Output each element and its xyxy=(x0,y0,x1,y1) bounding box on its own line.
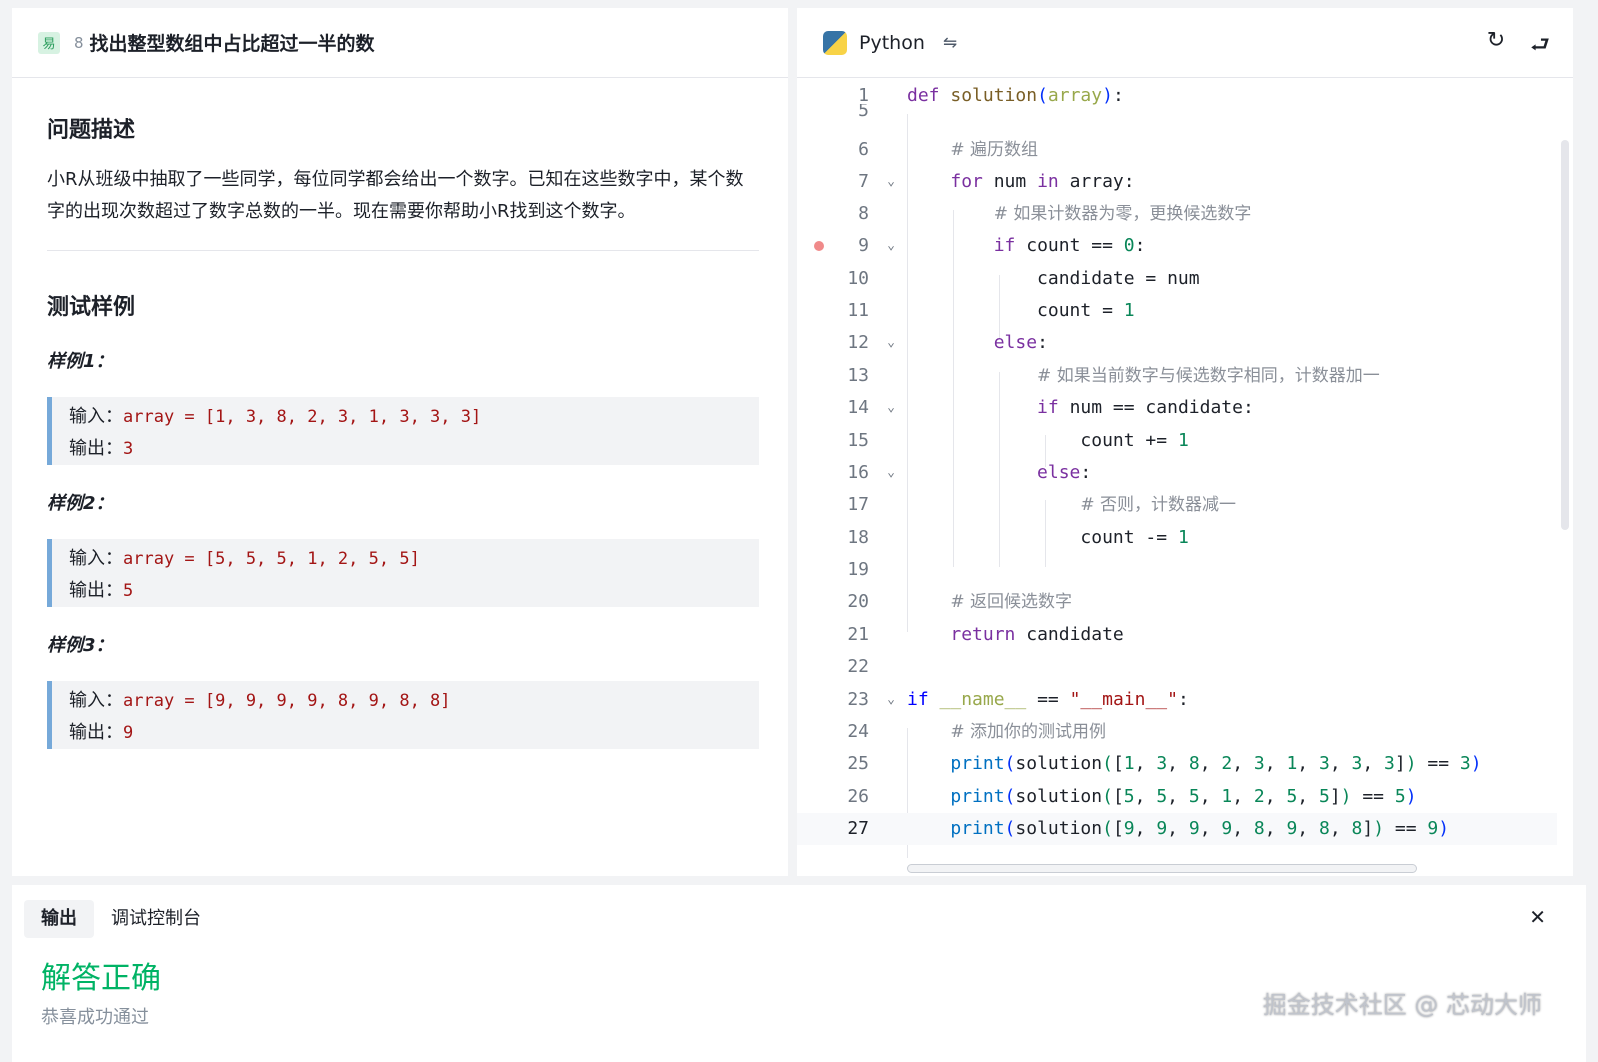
code-line: 8 # 如果计数器为零，更换候选数字 xyxy=(858,203,1252,224)
tab-output[interactable]: 输出 xyxy=(24,900,94,938)
swap-icon[interactable]: ⇋ xyxy=(943,33,957,53)
example-input: array = [5, 5, 5, 1, 2, 5, 5] xyxy=(123,549,420,569)
watermark: 掘金技术社区 @ 芯动大师 xyxy=(1262,991,1542,1019)
result-status: 解答正确 xyxy=(41,961,161,996)
code-line: 9 ⌄ if count == 0: xyxy=(797,230,1557,262)
horizontal-scrollbar[interactable] xyxy=(907,864,1417,873)
wrap-icon[interactable]: ⮐ xyxy=(1527,28,1553,66)
code-line: 17 # 否则，计数器减一 xyxy=(847,494,1237,515)
tests-heading: 测试样例 xyxy=(47,295,136,320)
example-input: array = [9, 9, 9, 9, 8, 9, 8, 8] xyxy=(123,691,451,711)
output-label: 输出： xyxy=(69,438,123,459)
problem-panel: 易 8 找出整型数组中占比超过一半的数 问题描述 小R从班级中抽取了一些同学，每… xyxy=(12,8,788,876)
result-subtitle: 恭喜成功通过 xyxy=(41,1007,149,1028)
description-heading: 问题描述 xyxy=(47,118,136,143)
code-line: 16 ⌄ else: xyxy=(797,457,1557,489)
code-editor[interactable]: 1 def solution(array): 5 6 # 遍历数组 7 ⌄ for … xyxy=(797,78,1557,868)
refresh-icon[interactable]: ↻ xyxy=(1483,28,1509,66)
problem-description: 小R从班级中抽取了一些同学，每位同学都会给出一个数字。已知在这些数字中，某个数字… xyxy=(47,169,744,222)
code-line: 20 # 返回候选数字 xyxy=(847,591,1073,612)
question-number: 8 xyxy=(74,33,84,52)
problem-header: 易 8 找出整型数组中占比超过一半的数 xyxy=(12,8,788,78)
code-line: 25 print(solution([1, 3, 8, 2, 3, 1, 3, … xyxy=(847,753,1482,774)
fold-icon: ⌄ xyxy=(887,692,895,707)
input-label: 输入： xyxy=(69,406,123,427)
example-output: 3 xyxy=(123,439,134,459)
fold-icon: ⌄ xyxy=(887,174,895,189)
code-line: 12 ⌄ else: xyxy=(797,327,1557,359)
code-line: 5 xyxy=(858,104,869,118)
output-label: 输出： xyxy=(69,722,123,743)
fold-icon: ⌄ xyxy=(887,335,895,350)
code-line: 7 ⌄ for num in array: xyxy=(797,166,1557,198)
example-title: 样例3： xyxy=(47,635,114,656)
example-title: 样例1： xyxy=(47,351,114,372)
example-title: 样例2： xyxy=(47,493,114,514)
editor-header: Python ⇋ ↻ ⮐ xyxy=(797,8,1573,78)
input-label: 输入： xyxy=(69,548,123,569)
output-panel: 输出 调试控制台 ✕ 解答正确 恭喜成功通过 掘金技术社区 @ 芯动大师 xyxy=(12,885,1586,1062)
code-line: 15 count += 1 xyxy=(847,430,1189,451)
difficulty-badge: 易 xyxy=(38,31,60,54)
code-line: 13 # 如果当前数字与候选数字相同，计数器加一 xyxy=(847,365,1380,386)
code-line: 26 print(solution([5, 5, 5, 1, 2, 5, 5])… xyxy=(847,786,1417,807)
vertical-scrollbar[interactable] xyxy=(1561,140,1569,530)
close-icon[interactable]: ✕ xyxy=(1529,905,1546,929)
example-box: 输入：array = [5, 5, 5, 1, 2, 5, 5] 输出：5 xyxy=(47,539,759,607)
code-line: 6 # 遍历数组 xyxy=(858,139,1039,160)
code-line: 19 xyxy=(847,559,869,580)
code-line: 21 return candidate xyxy=(847,624,1124,645)
fold-icon: ⌄ xyxy=(887,465,895,480)
code-line: 10 candidate = num xyxy=(847,268,1200,289)
fold-icon: ⌄ xyxy=(887,238,895,253)
code-line-active: 27 print(solution([9, 9, 9, 9, 8, 9, 8, … xyxy=(797,813,1557,845)
output-tabs: 输出 调试控制台 xyxy=(24,900,218,938)
example-input: array = [1, 3, 8, 2, 3, 1, 3, 3, 3] xyxy=(123,407,482,427)
tab-debug-console[interactable]: 调试控制台 xyxy=(94,900,218,938)
divider xyxy=(47,250,759,251)
fold-icon: ⌄ xyxy=(887,400,895,415)
output-label: 输出： xyxy=(69,580,123,601)
example-box: 输入：array = [1, 3, 8, 2, 3, 1, 3, 3, 3] 输… xyxy=(47,397,759,465)
editor-panel: Python ⇋ ↻ ⮐ 1 def solution(array): 5 6 #… xyxy=(797,8,1573,876)
question-title: 找出整型数组中占比超过一半的数 xyxy=(89,33,375,55)
example-box: 输入：array = [9, 9, 9, 9, 8, 9, 8, 8] 输出：9 xyxy=(47,681,759,749)
code-line: 23 ⌄ if __name__ == "__main__": xyxy=(797,684,1557,716)
code-line: 11 count = 1 xyxy=(847,300,1135,321)
python-icon xyxy=(823,30,847,55)
example-output: 5 xyxy=(123,581,134,601)
input-label: 输入： xyxy=(69,690,123,711)
code-line: 18 count -= 1 xyxy=(847,527,1189,548)
code-line: 24 # 添加你的测试用例 xyxy=(847,721,1107,742)
example-output: 9 xyxy=(123,723,134,743)
code-line: 14 ⌄ if num == candidate: xyxy=(797,392,1557,424)
problem-body: 问题描述 小R从班级中抽取了一些同学，每位同学都会给出一个数字。已知在这些数字中… xyxy=(12,78,788,749)
code-line: 22 xyxy=(847,656,869,677)
language-selector[interactable]: Python xyxy=(859,32,925,54)
